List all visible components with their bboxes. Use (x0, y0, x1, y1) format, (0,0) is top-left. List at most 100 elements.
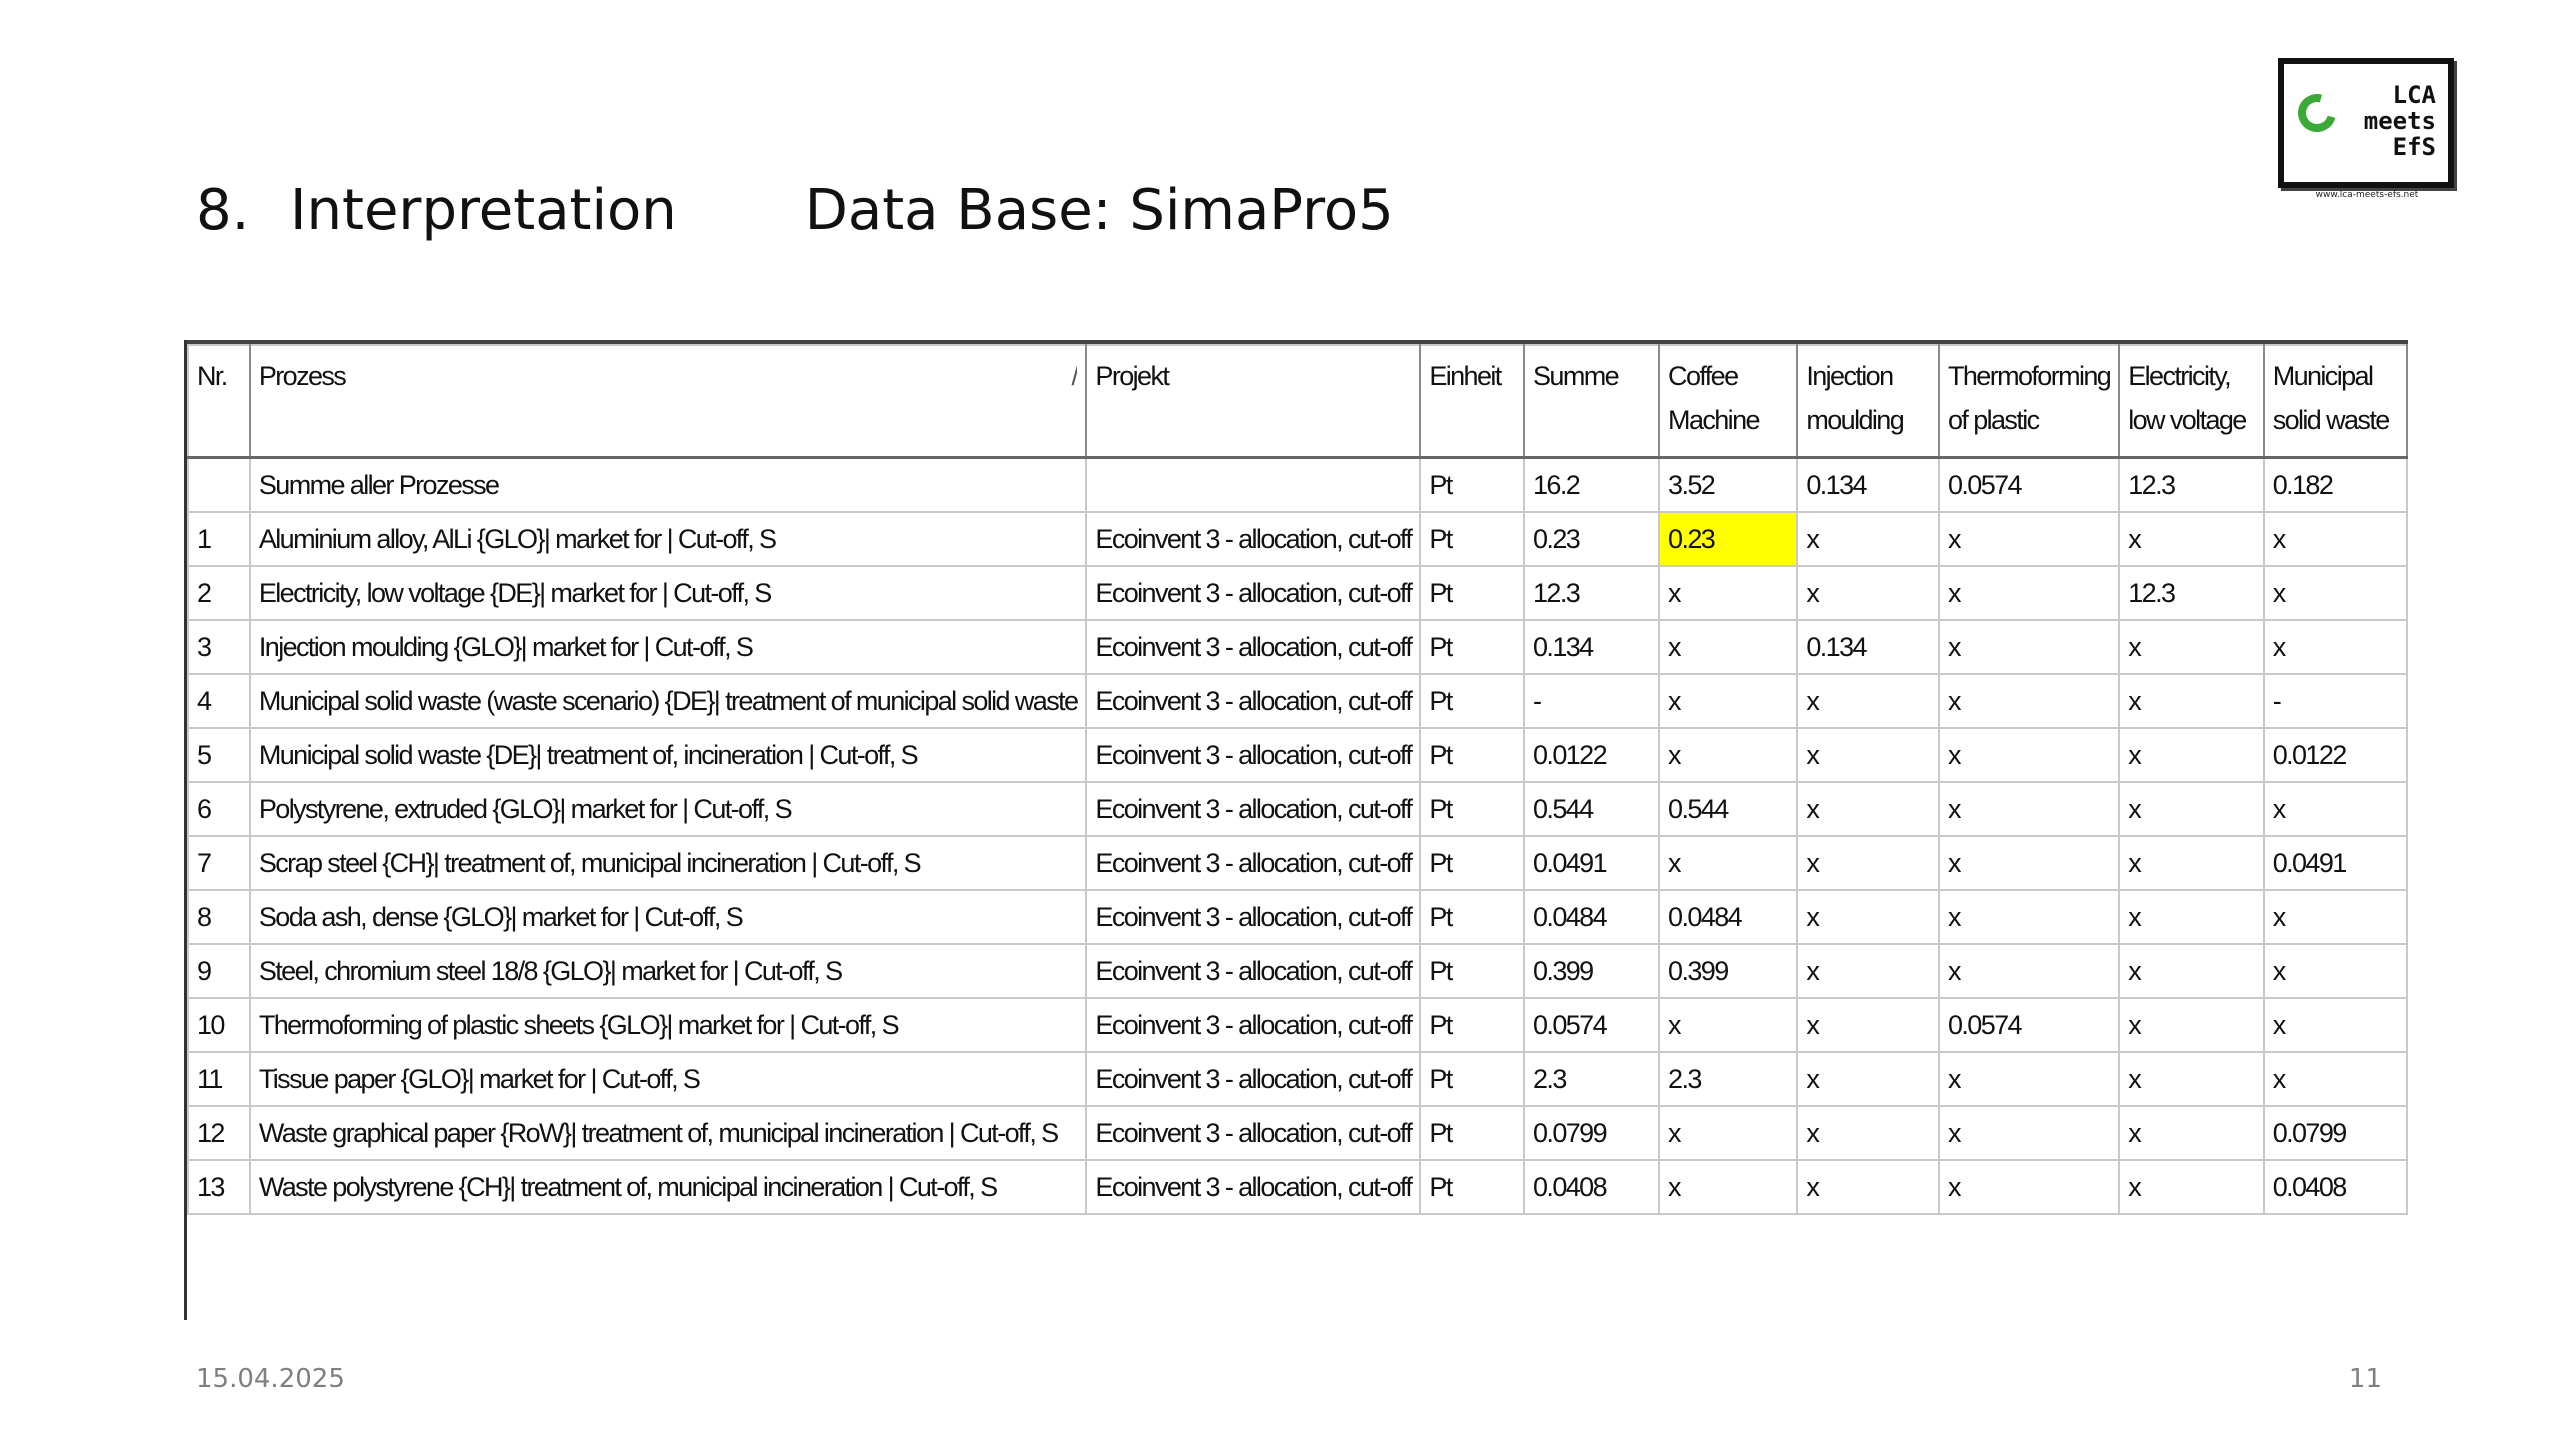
cell-projekt: Ecoinvent 3 - allocation, cut-off (1085, 1159, 1422, 1215)
cell-summe: 0.23 (1522, 511, 1661, 567)
cell-injection-moulding: x (1796, 727, 1940, 783)
table-row[interactable]: Summe aller Prozesse Pt 16.2 3.52 0.134 0.057… (187, 456, 2409, 513)
table-row[interactable]: 5 Municipal solid waste {DE}| treatment o… (187, 727, 2409, 783)
cell-coffee-machine: x (1658, 619, 1799, 675)
header-prozess[interactable]: / Prozess (248, 344, 1088, 459)
cell-summe: 0.0484 (1522, 889, 1661, 945)
cell-thermoforming: 0.0574 (1937, 997, 2121, 1053)
cell-coffee-machine: x (1658, 1105, 1799, 1161)
cell-prozess: Scrap steel {CH}| treatment of, municipa… (248, 835, 1088, 891)
table-empty-cell (188, 1214, 2407, 1295)
cell-municipal-waste: x (2262, 511, 2409, 567)
cell-nr: 1 (187, 511, 251, 567)
cell-einheit: Pt (1419, 835, 1525, 891)
cell-municipal-waste: - (2262, 673, 2409, 729)
table-row[interactable]: 12 Waste graphical paper {RoW}| treatment… (187, 1105, 2409, 1161)
table-row[interactable]: 3 Injection moulding {GLO}| market for | … (187, 619, 2409, 675)
footer-date: 15.04.2025 (196, 1364, 345, 1394)
header-projekt[interactable]: Projekt (1085, 344, 1422, 459)
cell-electricity: x (2118, 1159, 2265, 1215)
table-row[interactable]: 8 Soda ash, dense {GLO}| market for | Cut… (187, 889, 2409, 945)
cell-nr: 12 (187, 1105, 251, 1161)
header-injection-moulding[interactable]: Injection moulding (1796, 344, 1940, 459)
cell-einheit: Pt (1419, 889, 1525, 945)
cell-thermoforming: x (1937, 1051, 2121, 1107)
cell-injection-moulding: x (1796, 1051, 1940, 1107)
table-header-row: Nr. / Prozess Projekt Einheit Summe Coffe… (187, 344, 2409, 459)
cell-injection-moulding: 0.134 (1796, 456, 1940, 513)
cell-municipal-waste: x (2262, 781, 2409, 837)
cell-injection-moulding: x (1796, 673, 1940, 729)
cell-nr: 2 (187, 565, 251, 621)
cell-injection-moulding: x (1796, 565, 1940, 621)
cell-projekt: Ecoinvent 3 - allocation, cut-off (1085, 511, 1422, 567)
database-subtitle: Data Base: SimaPro5 (804, 178, 1394, 243)
footer-page-number: 11 (2348, 1364, 2382, 1394)
table-row[interactable]: 1 Aluminium alloy, AlLi {GLO}| market for… (187, 511, 2409, 567)
cell-coffee-machine: 0.0484 (1658, 889, 1799, 945)
logo-line-3: EfS (2392, 133, 2436, 161)
table-body: Summe aller Prozesse Pt 16.2 3.52 0.134 0.057… (187, 456, 2409, 1296)
cell-einheit: Pt (1419, 1105, 1525, 1161)
cell-nr: 3 (187, 619, 251, 675)
process-table-frame: Nr. / Prozess Projekt Einheit Summe Coffe… (184, 340, 2409, 1320)
cell-einheit: Pt (1419, 727, 1525, 783)
header-municipal-waste[interactable]: Municipal solid waste (waste (2262, 344, 2409, 459)
cell-municipal-waste: 0.182 (2262, 456, 2409, 513)
header-thermoforming[interactable]: Thermoforming of plastic sheets (1937, 344, 2121, 459)
cell-summe: 0.134 (1522, 619, 1661, 675)
cell-municipal-waste: 0.0408 (2262, 1159, 2409, 1215)
header-nr[interactable]: Nr. (187, 344, 251, 459)
table-row[interactable]: 10 Thermoforming of plastic sheets {GLO}|… (187, 997, 2409, 1053)
cell-prozess: Injection moulding {GLO}| market for | C… (248, 619, 1088, 675)
cell-summe: 0.0574 (1522, 997, 1661, 1053)
cell-prozess: Waste polystyrene {CH}| treatment of, mu… (248, 1159, 1088, 1215)
header-electricity[interactable]: Electricity, low voltage {DE}| (2118, 344, 2265, 459)
cell-coffee-machine: x (1658, 727, 1799, 783)
cell-summe: 0.0122 (1522, 727, 1661, 783)
cell-einheit: Pt (1419, 1159, 1525, 1215)
cell-prozess: Soda ash, dense {GLO}| market for | Cut-… (248, 889, 1088, 945)
cell-electricity: x (2118, 997, 2265, 1053)
cell-coffee-machine: x (1658, 835, 1799, 891)
table-row[interactable]: 13 Waste polystyrene {CH}| treatment of, … (187, 1159, 2409, 1215)
cell-municipal-waste: x (2262, 889, 2409, 945)
cell-municipal-waste: 0.0799 (2262, 1105, 2409, 1161)
cell-projekt: Ecoinvent 3 - allocation, cut-off (1085, 619, 1422, 675)
cell-prozess: Electricity, low voltage {DE}| market fo… (248, 565, 1088, 621)
cell-einheit: Pt (1419, 456, 1525, 513)
cell-thermoforming: x (1937, 1105, 2121, 1161)
cell-municipal-waste: x (2262, 619, 2409, 675)
cell-thermoforming: x (1937, 511, 2121, 567)
cell-nr: 6 (187, 781, 251, 837)
cell-electricity: x (2118, 889, 2265, 945)
table-row[interactable]: 6 Polystyrene, extruded {GLO}| market for… (187, 781, 2409, 837)
cell-nr: 13 (187, 1159, 251, 1215)
cell-einheit: Pt (1419, 1051, 1525, 1107)
table-row[interactable]: 9 Steel, chromium steel 18/8 {GLO}| marke… (187, 943, 2409, 999)
cell-nr: 5 (187, 727, 251, 783)
cell-injection-moulding: x (1796, 889, 1940, 945)
header-einheit[interactable]: Einheit (1419, 344, 1525, 459)
lca-meets-efs-logo: LCA meets EfS (2278, 58, 2454, 188)
cell-einheit: Pt (1419, 511, 1525, 567)
cell-nr: 9 (187, 943, 251, 999)
cell-municipal-waste: x (2262, 943, 2409, 999)
table-row[interactable]: 2 Electricity, low voltage {DE}| market f… (187, 565, 2409, 621)
cell-einheit: Pt (1419, 943, 1525, 999)
table-row[interactable]: 4 Municipal solid waste (waste scenario) … (187, 673, 2409, 729)
cell-projekt: Ecoinvent 3 - allocation, cut-off (1085, 565, 1422, 621)
slide-title: 8. Interpretation Data Base: SimaPro5 (196, 178, 1394, 243)
cell-municipal-waste: x (2262, 1051, 2409, 1107)
header-summe[interactable]: Summe (1522, 344, 1661, 459)
header-coffee-machine[interactable]: Coffee Machine (1658, 344, 1799, 459)
cell-injection-moulding: x (1796, 835, 1940, 891)
cell-thermoforming: 0.0574 (1937, 456, 2121, 513)
table-row[interactable]: 11 Tissue paper {GLO}| market for | Cut-o… (187, 1051, 2409, 1107)
process-contribution-table: Nr. / Prozess Projekt Einheit Summe Coffe… (187, 344, 2409, 1296)
logo-line-2: meets (2363, 107, 2436, 135)
cell-electricity: x (2118, 835, 2265, 891)
table-row[interactable]: 7 Scrap steel {CH}| treatment of, municip… (187, 835, 2409, 891)
cell-prozess: Waste graphical paper {RoW}| treatment o… (248, 1105, 1088, 1161)
cell-summe: 0.544 (1522, 781, 1661, 837)
